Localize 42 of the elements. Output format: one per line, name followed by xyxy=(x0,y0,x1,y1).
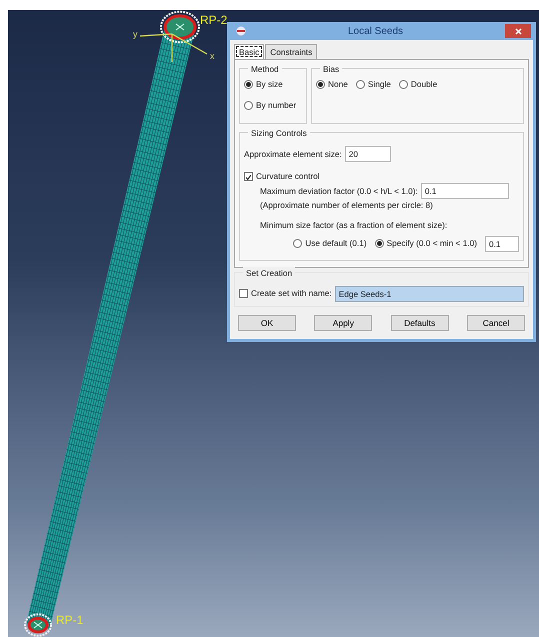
radio-label: By number xyxy=(256,98,296,112)
dialog-button[interactable]: Defaults xyxy=(390,314,449,332)
radio-label: Single xyxy=(368,78,391,91)
radio-label: None xyxy=(328,78,348,91)
field-label: Approximate element size: xyxy=(244,148,342,161)
tab[interactable]: Constraints xyxy=(265,44,318,60)
radio-label: By size xyxy=(256,78,283,91)
radio-button[interactable] xyxy=(374,239,384,248)
radio-button[interactable] xyxy=(293,239,302,248)
dialog-button[interactable]: OK xyxy=(238,314,296,332)
input-field[interactable]: 0.1 xyxy=(485,236,519,252)
radio-label: Use default (0.1) xyxy=(305,237,367,250)
tab[interactable]: Basic xyxy=(234,44,264,60)
checkbox[interactable] xyxy=(244,172,253,182)
window-title: Local Seeds xyxy=(346,24,404,38)
radio-button[interactable] xyxy=(316,80,325,90)
checkbox[interactable] xyxy=(239,289,248,298)
reference-point-label: RP-1 xyxy=(56,614,84,626)
input-field[interactable]: 0.1 xyxy=(420,182,509,199)
field-label: Minimum size factor (as a fraction of element size): xyxy=(260,219,448,232)
axis-label: x xyxy=(210,52,214,61)
checkbox-label: Curvature control xyxy=(256,170,320,183)
app-icon xyxy=(236,26,246,36)
checkbox-label: Create set with name: xyxy=(251,287,332,300)
radio-button[interactable] xyxy=(398,80,408,90)
input-field[interactable]: Edge Seeds-1 xyxy=(334,286,524,302)
radio-label: Specify (0.0 < min < 1.0) xyxy=(386,237,477,250)
dialog-button[interactable]: Apply xyxy=(314,314,372,332)
group-title: Set Creation xyxy=(243,266,296,280)
axis-label: y xyxy=(133,30,138,39)
close-button[interactable] xyxy=(505,24,531,38)
field-label: Maximum deviation factor (0.0 < h/L < 1.0): xyxy=(260,184,418,197)
radio-label: Double xyxy=(410,78,438,91)
close-icon xyxy=(514,28,522,34)
reference-point-label: RP-2 xyxy=(200,14,228,26)
note-text: (Approximate number of elements per circle: 8) xyxy=(260,198,434,212)
radio-button[interactable] xyxy=(244,100,253,110)
dialog-button[interactable]: Cancel xyxy=(466,314,525,332)
group-title: Sizing Controls xyxy=(248,127,310,140)
radio-button[interactable] xyxy=(356,80,365,90)
input-field[interactable]: 20 xyxy=(344,146,391,162)
radio-button[interactable] xyxy=(244,80,253,90)
